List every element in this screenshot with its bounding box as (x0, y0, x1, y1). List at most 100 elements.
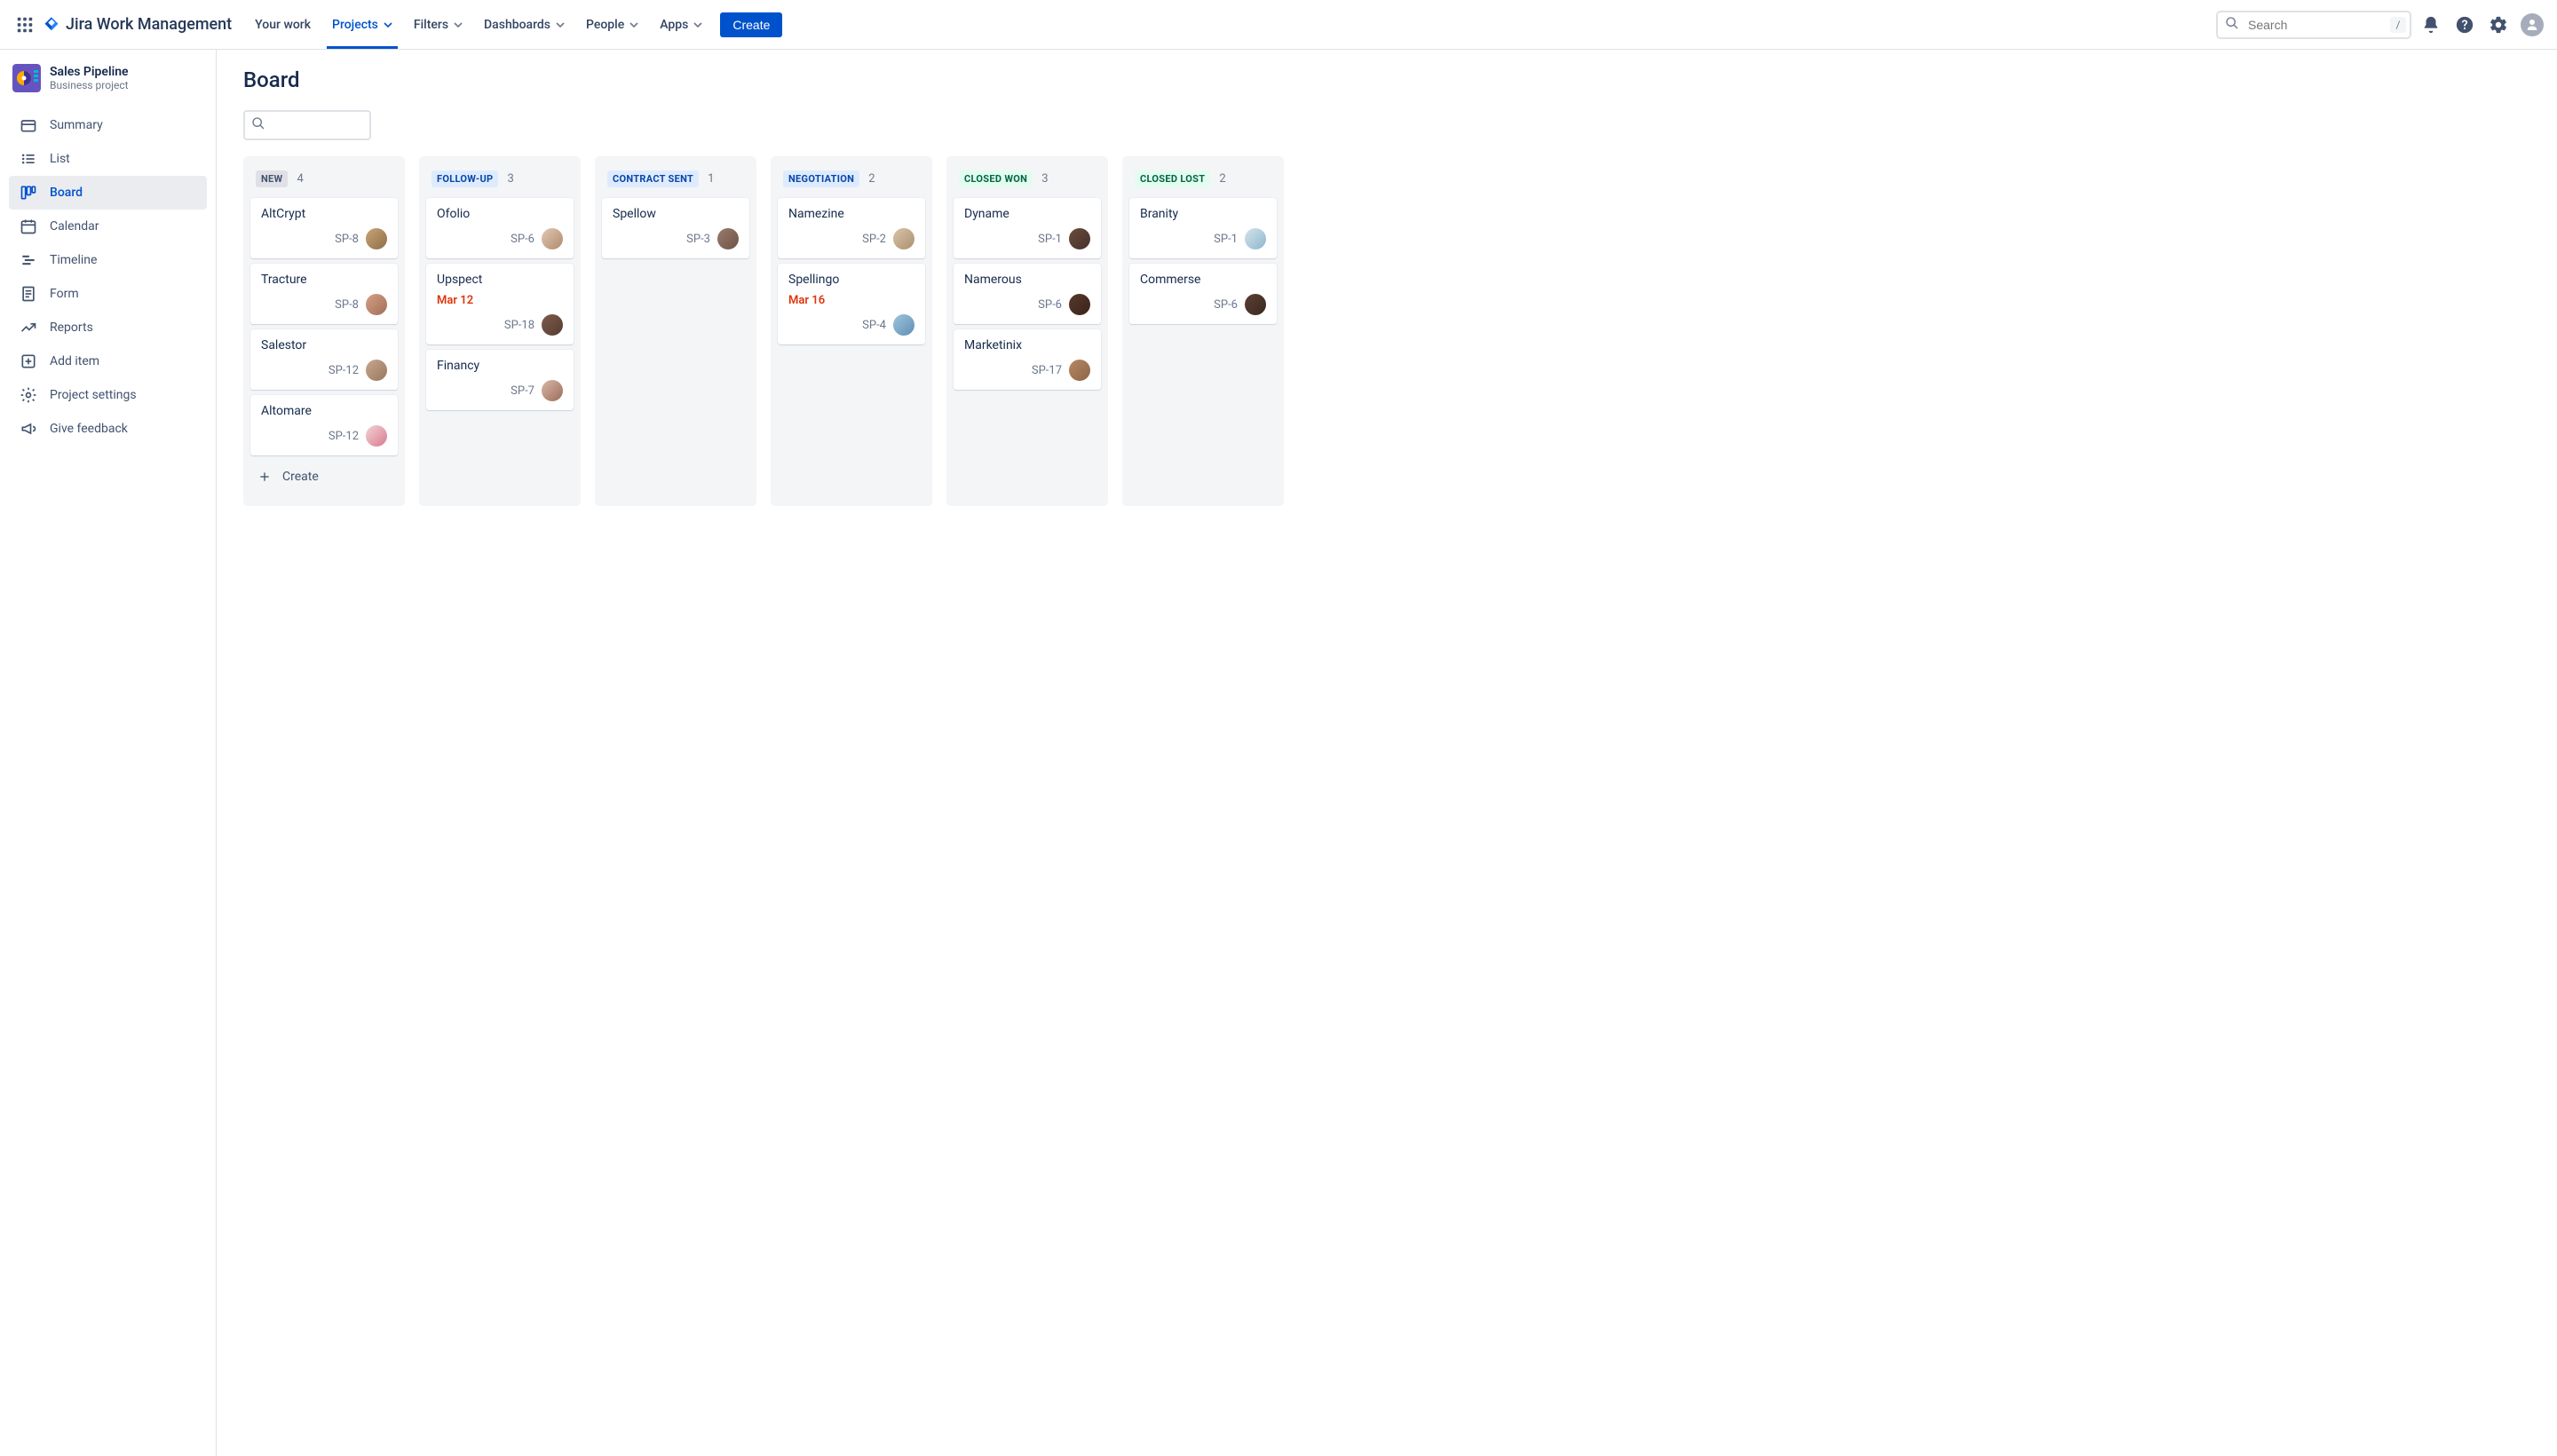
board-card[interactable]: Namezine SP-2 (778, 198, 925, 258)
board-card[interactable]: Ofolio SP-6 (426, 198, 574, 258)
nav-filters[interactable]: Filters (405, 12, 471, 37)
sidebar-item-summary[interactable]: Summary (9, 108, 207, 142)
sidebar-item-reports[interactable]: Reports (9, 311, 207, 344)
help-button[interactable] (2450, 11, 2479, 39)
board-card[interactable]: SpellingoMar 16SP-4 (778, 264, 925, 344)
card-key[interactable]: SP-12 (329, 364, 359, 377)
board-card[interactable]: Tracture SP-8 (250, 264, 398, 324)
board-card[interactable]: BranitySP-1 (1129, 198, 1277, 258)
column-count: 1 (708, 172, 714, 186)
column-header[interactable]: CLOSED WON3 (954, 163, 1101, 198)
create-card-button[interactable]: Create (250, 461, 398, 493)
summary-icon (20, 116, 37, 134)
board-card[interactable]: Spellow SP-3 (602, 198, 749, 258)
assignee-avatar[interactable] (893, 228, 914, 249)
column-header[interactable]: CONTRACT SENT1 (602, 163, 749, 198)
card-key[interactable]: SP-2 (862, 233, 886, 246)
nav-dashboards[interactable]: Dashboards (475, 12, 574, 37)
megaphone-icon (20, 420, 37, 438)
nav-apps[interactable]: Apps (651, 12, 711, 37)
nav-projects[interactable]: Projects (323, 12, 401, 37)
sidebar-item-project-settings[interactable]: Project settings (9, 378, 207, 412)
card-key[interactable]: SP-4 (862, 319, 886, 332)
assignee-avatar[interactable] (542, 228, 563, 249)
create-card-label: Create (282, 470, 319, 484)
chevron-down-icon (629, 20, 638, 29)
sidebar: Sales Pipeline Business project Summary … (0, 50, 217, 1456)
card-title: Ofolio (437, 207, 563, 221)
board-card[interactable]: FinancySP-7 (426, 350, 574, 410)
assignee-avatar[interactable] (1069, 228, 1090, 249)
board-card[interactable]: CommerseSP-6 (1129, 264, 1277, 324)
assignee-avatar[interactable] (542, 380, 563, 401)
column-count: 2 (1219, 172, 1225, 186)
card-key[interactable]: SP-8 (335, 298, 359, 312)
assignee-avatar[interactable] (893, 314, 914, 336)
reports-icon (20, 319, 37, 336)
assignee-avatar[interactable] (366, 294, 387, 315)
sidebar-item-timeline[interactable]: Timeline (9, 243, 207, 277)
settings-button[interactable] (2484, 11, 2513, 39)
column-header[interactable]: FOLLOW-UP3 (426, 163, 574, 198)
card-key[interactable]: SP-1 (1214, 233, 1238, 246)
card-footer: SP-2 (788, 228, 914, 249)
card-key[interactable]: SP-8 (335, 233, 359, 246)
search-input[interactable] (2216, 11, 2411, 39)
chevron-down-icon (384, 20, 392, 29)
project-icon (12, 64, 41, 92)
column-count: 3 (1041, 172, 1048, 186)
assignee-avatar[interactable] (542, 314, 563, 336)
search-icon (2225, 16, 2239, 34)
board-card[interactable]: DynameSP-1 (954, 198, 1101, 258)
assignee-avatar[interactable] (1069, 294, 1090, 315)
sidebar-item-add-item[interactable]: Add item (9, 344, 207, 378)
column-header[interactable]: NEW4 (250, 163, 398, 198)
card-footer: SP-3 (613, 228, 739, 249)
assignee-avatar[interactable] (717, 228, 739, 249)
board-card[interactable]: NamerousSP-6 (954, 264, 1101, 324)
jira-logo-icon (43, 16, 60, 34)
search-icon (251, 116, 265, 134)
board-card[interactable]: AltomareSP-12 (250, 395, 398, 455)
assignee-avatar[interactable] (1069, 360, 1090, 381)
card-key[interactable]: SP-6 (511, 233, 534, 246)
board-card[interactable]: UpspectMar 12SP-18 (426, 264, 574, 344)
column-title: FOLLOW-UP (431, 170, 498, 187)
card-title: Tracture (261, 273, 387, 287)
assignee-avatar[interactable] (366, 425, 387, 447)
create-button[interactable]: Create (720, 12, 782, 37)
card-key[interactable]: SP-17 (1032, 364, 1062, 377)
nav-people[interactable]: People (577, 12, 647, 37)
assignee-avatar[interactable] (1245, 294, 1266, 315)
column-header[interactable]: CLOSED LOST2 (1129, 163, 1277, 198)
sidebar-item-form[interactable]: Form (9, 277, 207, 311)
sidebar-item-give-feedback[interactable]: Give feedback (9, 412, 207, 446)
column-header[interactable]: NEGOTIATION2 (778, 163, 925, 198)
notifications-button[interactable] (2417, 11, 2445, 39)
sidebar-item-board[interactable]: Board (9, 176, 207, 210)
nav-your-work[interactable]: Your work (246, 12, 320, 37)
card-key[interactable]: SP-3 (686, 233, 710, 246)
card-key[interactable]: SP-12 (329, 430, 359, 443)
assignee-avatar[interactable] (366, 228, 387, 249)
board-card[interactable]: AltCryptSP-8 (250, 198, 398, 258)
card-title: Spellow (613, 207, 739, 221)
card-title: Namezine (788, 207, 914, 221)
board-card[interactable]: MarketinixSP-17 (954, 329, 1101, 390)
profile-button[interactable] (2518, 11, 2546, 39)
app-switcher-button[interactable] (11, 11, 39, 39)
card-key[interactable]: SP-6 (1038, 298, 1062, 312)
assignee-avatar[interactable] (1245, 228, 1266, 249)
profile-avatar-icon (2521, 13, 2544, 36)
card-key[interactable]: SP-1 (1038, 233, 1062, 246)
sidebar-item-list[interactable]: List (9, 142, 207, 176)
card-key[interactable]: SP-6 (1214, 298, 1238, 312)
card-key[interactable]: SP-18 (504, 319, 534, 332)
product-logo[interactable]: Jira Work Management (43, 15, 232, 34)
sidebar-item-calendar[interactable]: Calendar (9, 210, 207, 243)
card-footer: SP-18 (437, 314, 563, 336)
project-header[interactable]: Sales Pipeline Business project (9, 64, 207, 92)
assignee-avatar[interactable] (366, 360, 387, 381)
board-card[interactable]: SalestorSP-12 (250, 329, 398, 390)
card-key[interactable]: SP-7 (511, 384, 534, 398)
